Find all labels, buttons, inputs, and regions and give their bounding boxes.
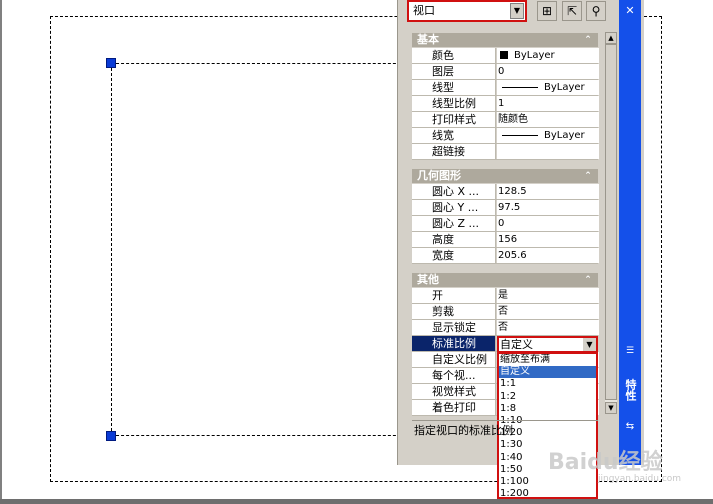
- property-label: 显示锁定: [412, 320, 496, 335]
- property-label: 视觉样式: [412, 384, 496, 399]
- property-row-display-locked[interactable]: 显示锁定否: [412, 320, 599, 336]
- property-value: 0: [497, 216, 599, 231]
- color-swatch-icon: [500, 51, 508, 59]
- scrollbar-thumb[interactable]: [605, 44, 617, 400]
- scroll-up-button[interactable]: ▲: [605, 32, 617, 44]
- chevron-down-icon[interactable]: ▼: [583, 338, 596, 351]
- watermark-logo: Baidu经验: [548, 450, 663, 475]
- property-row-layer[interactable]: 图层 0: [412, 64, 599, 80]
- palette-title: 特性: [624, 379, 637, 401]
- section-header-misc[interactable]: 其他 ⌃: [412, 273, 598, 287]
- property-row-plot-style[interactable]: 打印样式 随颜色: [412, 112, 599, 128]
- pickadd-button[interactable]: ⇱: [562, 1, 582, 21]
- quick-select-button[interactable]: ⊞: [537, 1, 557, 21]
- scroll-down-button[interactable]: ▼: [605, 402, 617, 414]
- collapse-icon[interactable]: ⌃: [582, 170, 594, 182]
- property-label: 每个视...: [412, 368, 496, 383]
- palette-close-icon[interactable]: ✕: [619, 0, 641, 22]
- property-row-height[interactable]: 高度 156: [412, 232, 599, 248]
- quick-select-icon: ⊞: [541, 4, 553, 18]
- property-value: 205.6: [497, 248, 599, 263]
- section-title-misc: 其他: [417, 273, 439, 286]
- property-row-color[interactable]: 颜色 ByLayer: [412, 48, 599, 64]
- section-title-geometry: 几何图形: [417, 169, 461, 182]
- property-value: 0: [497, 64, 599, 79]
- property-label: 图层: [412, 64, 496, 79]
- palette-autohide-icon[interactable]: ⇆: [623, 420, 637, 434]
- linetype-sample-icon: [502, 86, 538, 88]
- watermark-url: jingyan.baidu.com: [598, 474, 682, 484]
- section-title-basic: 基本: [417, 33, 439, 46]
- scale-option[interactable]: 1:200: [499, 488, 596, 497]
- object-type-select[interactable]: 视口 ▼: [407, 0, 527, 22]
- viewport-grip-top-left[interactable]: [106, 58, 116, 68]
- property-label: 着色打印: [412, 400, 496, 415]
- property-row-clipped[interactable]: 剪裁否: [412, 304, 599, 320]
- property-label: 打印样式: [412, 112, 496, 127]
- property-label: 超链接: [412, 144, 496, 159]
- property-value: 156: [497, 232, 599, 247]
- chevron-down-icon[interactable]: ▼: [510, 3, 524, 19]
- property-label: 圆心 Z ...: [412, 216, 496, 231]
- scale-option-selected[interactable]: 自定义: [499, 366, 596, 379]
- standard-scale-value: 自定义: [500, 338, 533, 351]
- section-header-geometry[interactable]: 几何图形 ⌃: [412, 169, 598, 183]
- collapse-icon[interactable]: ⌃: [582, 34, 594, 46]
- property-label: 圆心 X ...: [412, 184, 496, 199]
- scale-option[interactable]: 1:1: [499, 378, 596, 390]
- standard-scale-select[interactable]: 自定义 ▼: [497, 336, 598, 353]
- lineweight-sample-icon: [502, 134, 538, 136]
- property-label: 颜色: [412, 48, 496, 63]
- scale-option[interactable]: 1:100: [499, 476, 596, 488]
- property-label: 剪裁: [412, 304, 496, 319]
- window-left-edge: [0, 0, 2, 504]
- scale-option[interactable]: 1:8: [499, 403, 596, 415]
- scale-option[interactable]: 1:2: [499, 391, 596, 403]
- property-row-center-y[interactable]: 圆心 Y ... 97.5: [412, 200, 599, 216]
- property-label: 开: [412, 288, 496, 303]
- property-value: ByLayer: [497, 128, 599, 143]
- property-value: ByLayer: [497, 48, 599, 63]
- filter-icon: ⚲: [591, 4, 601, 18]
- viewport-grip-bottom-left[interactable]: [106, 431, 116, 441]
- property-row-lineweight[interactable]: 线宽 ByLayer: [412, 128, 599, 144]
- property-label: 圆心 Y ...: [412, 200, 496, 215]
- palette-options-icon[interactable]: ☰: [623, 344, 637, 358]
- property-row-on[interactable]: 开是: [412, 288, 599, 304]
- collapse-icon[interactable]: ⌃: [582, 274, 594, 286]
- property-label: 线型比例: [412, 96, 496, 111]
- property-value: 随颜色: [497, 112, 599, 127]
- property-value: 否: [497, 320, 599, 335]
- property-label: 高度: [412, 232, 496, 247]
- property-row-hyperlink[interactable]: 超链接: [412, 144, 599, 160]
- window-bottom-edge: [0, 499, 713, 504]
- property-label: 宽度: [412, 248, 496, 263]
- property-value: 1: [497, 96, 599, 111]
- property-label: 标准比例: [412, 336, 496, 351]
- viewport-frame[interactable]: [111, 63, 411, 436]
- property-row-center-z[interactable]: 圆心 Z ... 0: [412, 216, 599, 232]
- property-value: 128.5: [497, 184, 599, 199]
- scale-option[interactable]: 缩放至布满: [499, 354, 596, 366]
- property-row-linetype-scale[interactable]: 线型比例 1: [412, 96, 599, 112]
- pickadd-icon: ⇱: [566, 4, 578, 18]
- property-value: [497, 144, 599, 159]
- section-header-basic[interactable]: 基本 ⌃: [412, 33, 598, 47]
- property-label: 线宽: [412, 128, 496, 143]
- property-value: 是: [497, 288, 599, 303]
- property-value: 97.5: [497, 200, 599, 215]
- property-value: 否: [497, 304, 599, 319]
- property-label: 自定义比例: [412, 352, 496, 367]
- property-row-center-x[interactable]: 圆心 X ... 128.5: [412, 184, 599, 200]
- filter-button[interactable]: ⚲: [586, 1, 606, 21]
- property-value: ByLayer: [497, 80, 599, 95]
- property-row-width[interactable]: 宽度 205.6: [412, 248, 599, 264]
- property-label: 线型: [412, 80, 496, 95]
- property-row-linetype[interactable]: 线型 ByLayer: [412, 80, 599, 96]
- object-type-value: 视口: [413, 4, 435, 17]
